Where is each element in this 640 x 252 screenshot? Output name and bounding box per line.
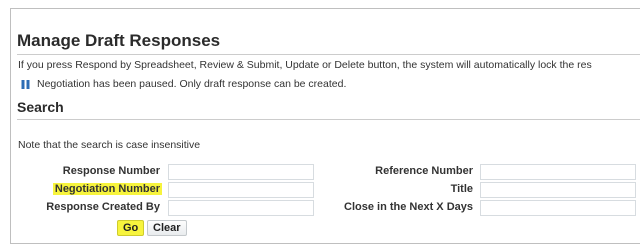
reference-number-label: Reference Number — [375, 165, 473, 177]
negotiation-number-input[interactable] — [168, 182, 314, 198]
info-message: Negotiation has been paused. Only draft … — [20, 78, 346, 90]
close-in-next-x-days-label: Close in the Next X Days — [344, 201, 473, 213]
search-note: Note that the search is case insensitive — [18, 139, 201, 151]
pause-icon — [21, 79, 30, 89]
response-number-label: Response Number — [62, 165, 160, 177]
negotiation-number-label: Negotiation Number — [52, 183, 162, 195]
response-created-by-input[interactable] — [168, 200, 314, 216]
search-divider — [17, 119, 640, 120]
response-number-input[interactable] — [168, 164, 314, 180]
instruction-text: If you press Respond by Spreadsheet, Rev… — [18, 59, 592, 71]
search-section-title: Search — [17, 99, 64, 115]
close-in-next-x-days-input[interactable] — [480, 200, 636, 216]
info-message-text: Negotiation has been paused. Only draft … — [37, 78, 347, 90]
reference-number-input[interactable] — [480, 164, 636, 180]
go-button[interactable]: Go — [117, 220, 145, 236]
page-title: Manage Draft Responses — [17, 31, 221, 50]
title-input[interactable] — [480, 182, 636, 198]
clear-button[interactable]: Clear — [147, 220, 187, 236]
title-divider — [17, 54, 640, 55]
response-created-by-label: Response Created By — [46, 201, 160, 213]
title-label: Title — [450, 183, 473, 195]
